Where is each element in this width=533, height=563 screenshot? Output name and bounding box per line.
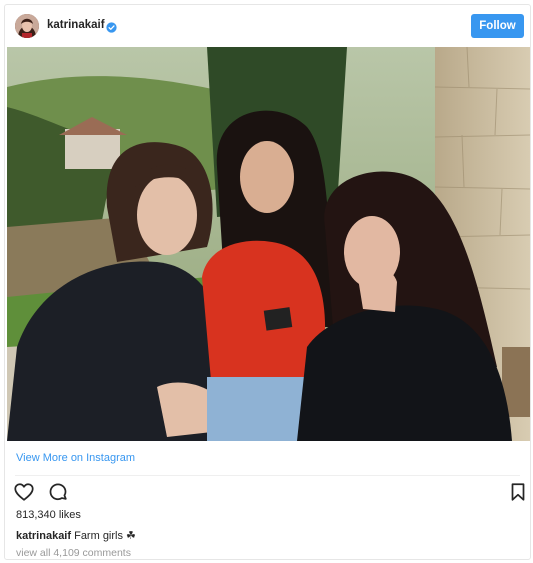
comment-icon[interactable] [47,481,69,503]
post-header: katrinakaif Follow [5,5,530,47]
likes-count[interactable]: 813,340 likes [16,509,81,521]
view-all-comments-link[interactable]: view all 4,109 comments [16,547,131,559]
caption: katrinakaif Farm girls ☘ [16,529,136,542]
verified-badge-icon [106,20,117,33]
avatar[interactable] [15,14,39,38]
caption-text: Farm girls ☘ [74,530,136,542]
view-more-link[interactable]: View More on Instagram [16,452,135,464]
instagram-embed-card: katrinakaif Follow View More on Instagra… [4,4,531,560]
bookmark-icon[interactable] [507,481,529,503]
username[interactable]: katrinakaif [47,19,105,31]
follow-button[interactable]: Follow [471,14,524,38]
post-photo[interactable] [7,47,530,441]
caption-username[interactable]: katrinakaif [16,530,71,542]
heart-icon[interactable] [13,481,35,503]
divider [15,475,520,476]
action-bar [13,481,525,505]
